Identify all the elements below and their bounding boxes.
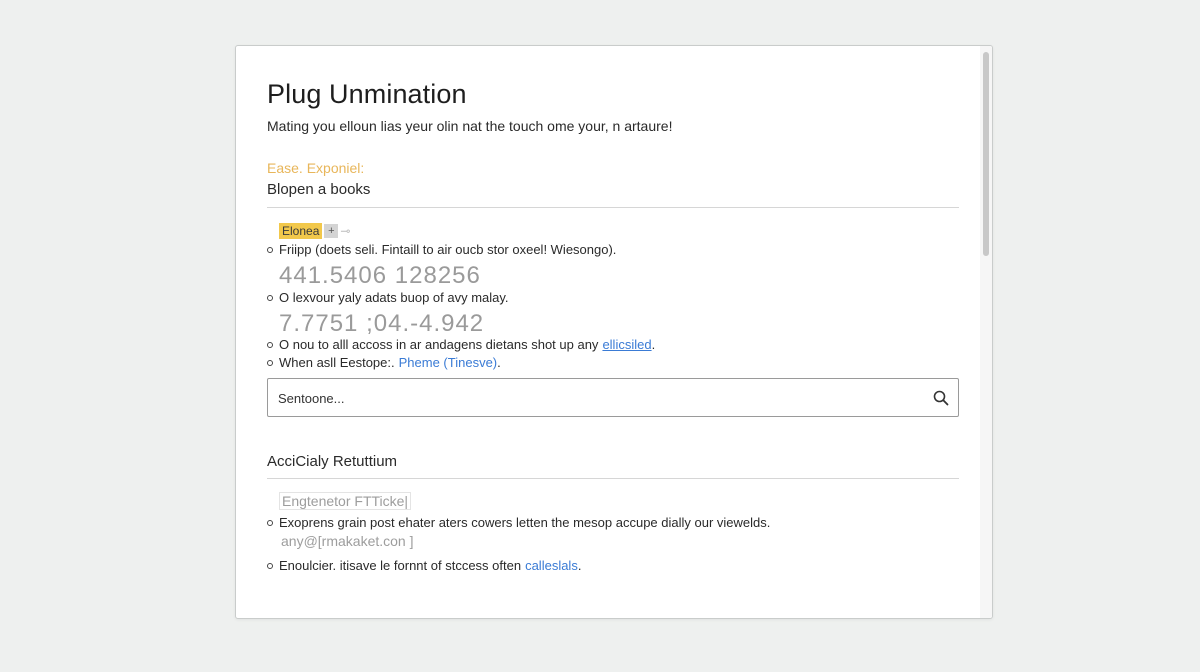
list-item-text: Exoprens grain post ehater aters cowers … bbox=[279, 515, 771, 530]
tag-label: Elonea bbox=[279, 223, 323, 239]
inline-link[interactable]: Pheme (Tinesve) bbox=[399, 355, 498, 370]
inline-link[interactable]: calleslals bbox=[525, 558, 578, 573]
value-readout: 441.5406 128256 bbox=[279, 262, 481, 289]
list-item-text: When asll Eestope:. bbox=[279, 355, 395, 370]
section-heading-books: Blopen a books bbox=[267, 181, 371, 198]
bullet-icon bbox=[267, 341, 273, 348]
main-panel: Plug Unmination Mating you elloun lias y… bbox=[235, 45, 993, 619]
ghost-field: Engtenetor FTTicke| bbox=[279, 492, 412, 510]
search-input[interactable] bbox=[278, 389, 898, 407]
section-eyebrow: Ease. Exponiel: bbox=[267, 160, 365, 176]
list-item: O nou to alll accoss in ar andagens diet… bbox=[267, 337, 655, 352]
list-item: Friipp (doets seli. Fintaill to air oucb… bbox=[267, 242, 616, 257]
list-item: O lexvour yaly adats buop of avy malay. bbox=[267, 290, 509, 305]
inline-link[interactable]: ellicsiled bbox=[602, 337, 651, 352]
list-item-punct: . bbox=[577, 558, 582, 573]
divider bbox=[267, 207, 959, 208]
tag-tail-icon: ⊸ bbox=[340, 224, 351, 238]
scrollbar[interactable] bbox=[980, 46, 992, 618]
bullet-icon bbox=[267, 519, 273, 526]
page-subtitle: Mating you elloun lias yeur olin nat the… bbox=[267, 118, 673, 134]
ghost-email: any@[rmakaket.con ] bbox=[281, 533, 414, 549]
page-title: Plug Unmination bbox=[267, 79, 467, 109]
plus-icon[interactable]: + bbox=[324, 224, 339, 238]
list-item: Enoulcier. itisave le fornnt of stccess … bbox=[267, 558, 581, 573]
search-box[interactable] bbox=[267, 378, 959, 417]
divider bbox=[267, 478, 959, 479]
list-item-text: Friipp (doets seli. Fintaill to air oucb… bbox=[279, 242, 617, 257]
bullet-icon bbox=[267, 562, 273, 569]
bullet-icon bbox=[267, 246, 273, 253]
list-item-punct: . bbox=[651, 337, 656, 352]
list-item: When asll Eestope:. Pheme (Tinesve) . bbox=[267, 355, 501, 370]
scrollbar-thumb[interactable] bbox=[983, 52, 989, 256]
section-heading-retuttium: AcciCialy Retuttium bbox=[267, 453, 398, 470]
highlight-tag[interactable]: Elonea + ⊸ bbox=[279, 223, 350, 239]
value-readout: 7.7751 ;04.-4.942 bbox=[279, 310, 485, 337]
list-item-punct: . bbox=[497, 355, 501, 370]
list-item: Exoprens grain post ehater aters cowers … bbox=[267, 515, 770, 530]
list-item-text: O lexvour yaly adats buop of avy malay. bbox=[279, 290, 509, 305]
list-item-text: O nou to alll accoss in ar andagens diet… bbox=[279, 337, 599, 352]
search-icon[interactable] bbox=[932, 389, 950, 407]
bullet-icon bbox=[267, 294, 273, 301]
list-item-text: Enoulcier. itisave le fornnt of stccess … bbox=[279, 558, 522, 573]
bullet-icon bbox=[267, 359, 273, 366]
